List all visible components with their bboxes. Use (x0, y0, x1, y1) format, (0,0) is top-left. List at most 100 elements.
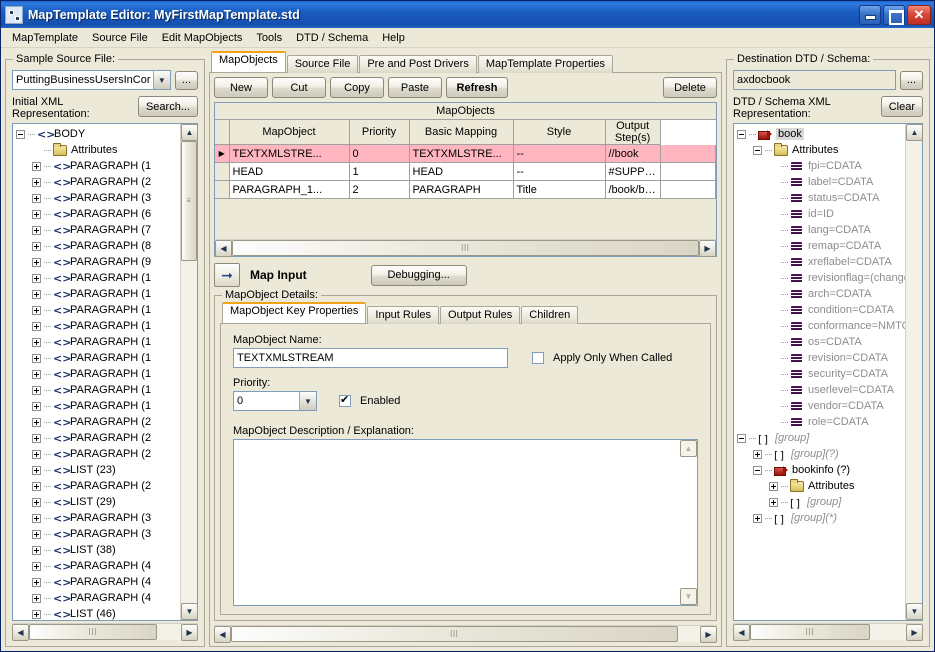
tree-expander-icon[interactable] (32, 321, 41, 331)
tree-node[interactable]: [group] (734, 430, 905, 446)
tree-node[interactable]: [group] (734, 494, 905, 510)
menu-maptemplate[interactable]: MapTemplate (5, 30, 85, 46)
center-hthumb[interactable]: ||| (231, 626, 678, 642)
debugging-button[interactable]: Debugging... (370, 264, 467, 286)
tab-mapobject-key-properties[interactable]: MapObject Key Properties (222, 302, 367, 323)
source-tree-vtrack[interactable]: ≡ (181, 141, 197, 603)
table-cell[interactable]: PARAGRAPH_1... (229, 180, 350, 199)
tree-node[interactable]: PARAGRAPH (6 (13, 206, 180, 222)
schema-tree-hscrollbar[interactable]: ◀ ||| ▶ (733, 623, 923, 641)
menu-dtd-schema[interactable]: DTD / Schema (289, 30, 375, 46)
tab-input-rules[interactable]: Input Rules (367, 306, 440, 324)
table-cell[interactable]: 0 (349, 144, 410, 163)
row-marker-cell[interactable] (215, 162, 230, 181)
grid-hscrollbar[interactable]: ◀ ||| ▶ (215, 239, 716, 257)
tab-pre-post-drivers[interactable]: Pre and Post Drivers (359, 55, 477, 73)
table-cell[interactable]: TEXTXMLSTRE... (229, 144, 350, 163)
table-cell[interactable]: HEAD (229, 162, 350, 181)
tree-expander-icon[interactable] (32, 497, 41, 507)
tree-expander-icon[interactable] (32, 257, 41, 267)
tree-node[interactable]: PARAGRAPH (7 (13, 222, 180, 238)
schema-tree-vtrack[interactable] (906, 141, 922, 603)
tree-node[interactable]: label=CDATA (734, 174, 905, 190)
tree-expander-icon[interactable] (32, 273, 41, 283)
paste-button[interactable]: Paste (388, 77, 442, 98)
tree-node[interactable]: PARAGRAPH (3 (13, 526, 180, 542)
tree-expander-icon[interactable] (737, 129, 746, 139)
table-cell[interactable]: PARAGRAPH (409, 180, 514, 199)
source-file-combo[interactable]: PuttingBusinessUsersInCor ▼ (12, 70, 171, 90)
tree-expander-icon[interactable] (32, 481, 41, 491)
tree-expander-icon[interactable] (32, 433, 41, 443)
tree-node[interactable]: os=CDATA (734, 334, 905, 350)
tree-node[interactable]: status=CDATA (734, 190, 905, 206)
close-button[interactable] (907, 4, 931, 25)
table-cell[interactable]: //book (605, 144, 661, 163)
scroll-up-icon[interactable]: ▲ (181, 124, 198, 141)
apply-only-when-called-checkbox[interactable] (532, 352, 544, 364)
tree-node[interactable]: LIST (38) (13, 542, 180, 558)
delete-button[interactable]: Delete (663, 77, 717, 98)
tree-node[interactable]: xreflabel=CDATA (734, 254, 905, 270)
tree-node[interactable]: LIST (23) (13, 462, 180, 478)
tree-expander-icon[interactable] (769, 481, 778, 491)
clear-button[interactable]: Clear (880, 96, 923, 117)
source-tree-hthumb[interactable]: ||| (29, 624, 157, 640)
tab-children[interactable]: Children (521, 306, 579, 324)
enabled-checkbox[interactable] (339, 393, 351, 407)
maximize-button[interactable] (883, 4, 905, 25)
tree-node[interactable]: security=CDATA (734, 366, 905, 382)
tree-expander-icon[interactable] (32, 161, 41, 171)
tree-node[interactable]: PARAGRAPH (1 (13, 366, 180, 382)
tree-node[interactable]: PARAGRAPH (4 (13, 558, 180, 574)
tree-expander-icon[interactable] (32, 593, 41, 603)
tree-node[interactable]: role=CDATA (734, 414, 905, 430)
browse-schema-button[interactable]: ... (899, 70, 923, 90)
tree-expander-icon[interactable] (32, 193, 41, 203)
tree-node[interactable]: PARAGRAPH (1 (13, 318, 180, 334)
tree-node[interactable]: PARAGRAPH (1 (13, 350, 180, 366)
tree-expander-icon[interactable] (32, 561, 41, 571)
scroll-right-icon[interactable]: ▶ (699, 240, 716, 257)
source-tree-htrack[interactable]: ||| (29, 624, 181, 640)
tree-node[interactable]: book (734, 126, 905, 142)
col-output-steps[interactable]: Output Step(s) (605, 120, 661, 145)
tree-node[interactable]: revisionflag=(changed| (734, 270, 905, 286)
table-cell[interactable]: -- (513, 144, 606, 163)
tree-expander-icon[interactable] (753, 465, 762, 475)
description-textarea[interactable] (234, 440, 680, 605)
table-row[interactable]: PARAGRAPH_1...2PARAGRAPHTitle/book/booki… (215, 180, 717, 199)
schema-tree-htrack[interactable]: ||| (750, 624, 906, 640)
tree-expander-icon[interactable] (753, 449, 762, 459)
tree-expander-icon[interactable] (32, 401, 41, 411)
copy-button[interactable]: Copy (330, 77, 384, 98)
tree-expander-icon[interactable] (32, 369, 41, 379)
browse-source-button[interactable]: ... (174, 70, 198, 90)
tree-expander-icon[interactable] (16, 129, 25, 139)
tree-node[interactable]: PARAGRAPH (2 (13, 478, 180, 494)
scroll-right-icon[interactable]: ▶ (700, 626, 717, 643)
tree-expander-icon[interactable] (753, 145, 762, 155)
tree-expander-icon[interactable] (32, 241, 41, 251)
schema-tree-hthumb[interactable]: ||| (750, 624, 870, 640)
tree-expander-icon[interactable] (32, 417, 41, 427)
source-tree-vthumb[interactable]: ≡ (181, 141, 197, 261)
col-style[interactable]: Style (513, 120, 606, 145)
tree-expander-icon[interactable] (32, 465, 41, 475)
tree-expander-icon[interactable] (32, 353, 41, 363)
scroll-left-icon[interactable]: ◀ (12, 624, 29, 641)
tree-node[interactable]: LIST (29) (13, 494, 180, 510)
grid-hthumb[interactable]: ||| (232, 240, 699, 256)
tree-expander-icon[interactable] (32, 513, 41, 523)
destination-schema-tree[interactable]: book Attributes fpi=CDATA label=CDATA status… (734, 124, 905, 620)
tree-node[interactable]: revision=CDATA (734, 350, 905, 366)
col-basic-mapping[interactable]: Basic Mapping (409, 120, 514, 145)
scroll-up-icon[interactable]: ▲ (906, 124, 923, 141)
tree-node[interactable]: condition=CDATA (734, 302, 905, 318)
tree-node[interactable]: PARAGRAPH (2 (13, 446, 180, 462)
tree-node[interactable]: conformance=NMTOK (734, 318, 905, 334)
tree-expander-icon[interactable] (32, 577, 41, 587)
tree-node[interactable]: PARAGRAPH (3 (13, 190, 180, 206)
tree-node[interactable]: fpi=CDATA (734, 158, 905, 174)
center-hscrollbar[interactable]: ◀ ||| ▶ (214, 625, 717, 643)
